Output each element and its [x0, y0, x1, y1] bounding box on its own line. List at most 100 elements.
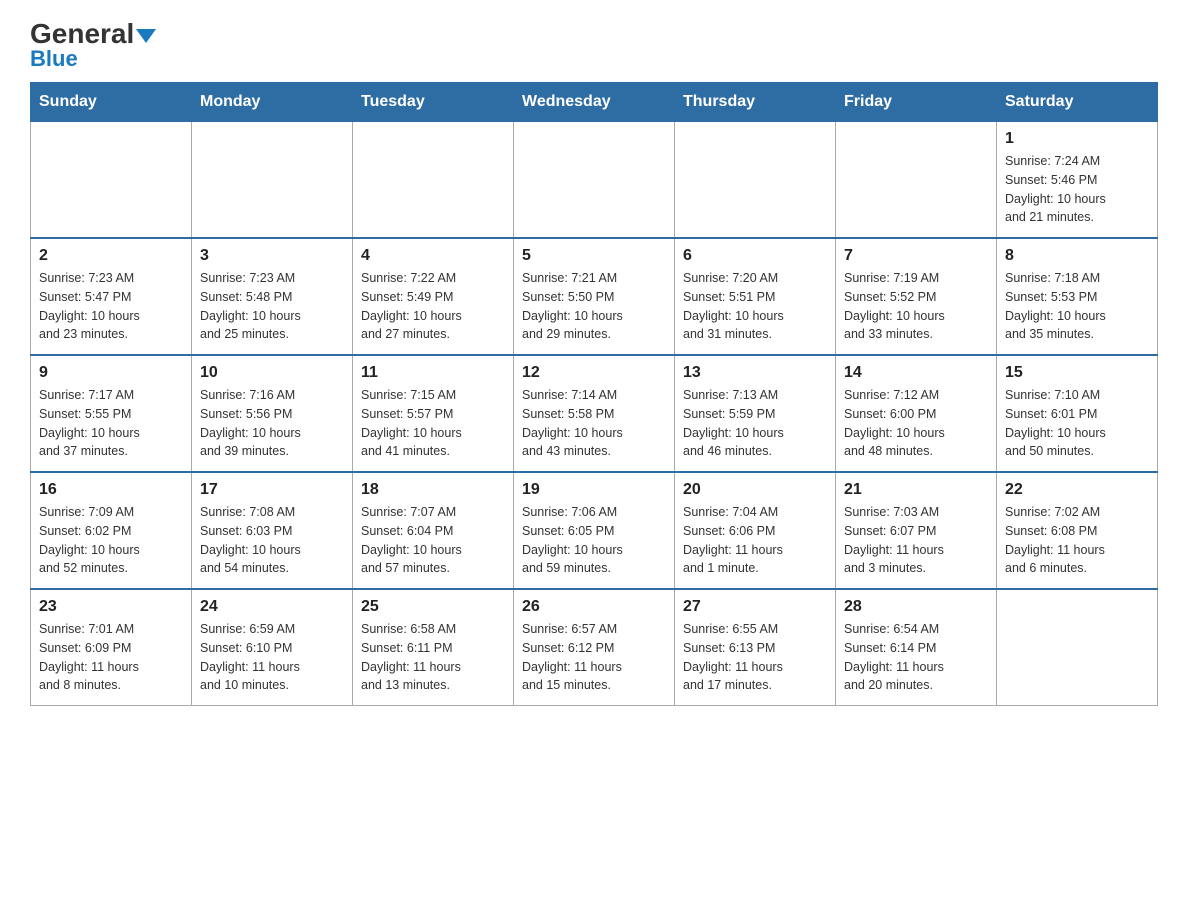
day-info: Sunrise: 7:08 AM Sunset: 6:03 PM Dayligh… [200, 503, 344, 578]
day-info: Sunrise: 7:18 AM Sunset: 5:53 PM Dayligh… [1005, 269, 1149, 344]
day-number: 4 [361, 247, 505, 265]
calendar-cell: 21 Sunrise: 7:03 AM Sunset: 6:07 PM Dayli… [836, 472, 997, 589]
page-header: General Blue [30, 20, 1158, 72]
day-number: 9 [39, 364, 183, 382]
weekday-header-tuesday: Tuesday [353, 83, 514, 122]
weekday-header-row: SundayMondayTuesdayWednesdayThursdayFrid… [31, 83, 1158, 122]
calendar-cell: 9 Sunrise: 7:17 AM Sunset: 5:55 PM Daylig… [31, 355, 192, 472]
day-number: 17 [200, 481, 344, 499]
calendar-cell [353, 122, 514, 239]
day-number: 3 [200, 247, 344, 265]
calendar-cell: 10Sunrise: 7:16 AM Sunset: 5:56 PM Dayli… [192, 355, 353, 472]
day-number: 20 [683, 481, 827, 499]
day-number: 23 [39, 598, 183, 616]
day-number: 12 [522, 364, 666, 382]
calendar-table: SundayMondayTuesdayWednesdayThursdayFrid… [30, 82, 1158, 706]
day-info: Sunrise: 7:15 AM Sunset: 5:57 PM Dayligh… [361, 386, 505, 461]
day-info: Sunrise: 6:54 AM Sunset: 6:14 PM Dayligh… [844, 620, 988, 695]
day-info: Sunrise: 7:24 AM Sunset: 5:46 PM Dayligh… [1005, 152, 1149, 227]
calendar-cell: 15 Sunrise: 7:10 AM Sunset: 6:01 PM Dayli… [997, 355, 1158, 472]
day-info: Sunrise: 7:14 AM Sunset: 5:58 PM Dayligh… [522, 386, 666, 461]
calendar-cell: 19 Sunrise: 7:06 AM Sunset: 6:05 PM Dayli… [514, 472, 675, 589]
calendar-cell: 28 Sunrise: 6:54 AM Sunset: 6:14 PM Dayli… [836, 589, 997, 706]
calendar-cell: 16 Sunrise: 7:09 AM Sunset: 6:02 PM Dayli… [31, 472, 192, 589]
day-number: 24 [200, 598, 344, 616]
calendar-week-4: 16 Sunrise: 7:09 AM Sunset: 6:02 PM Dayli… [31, 472, 1158, 589]
calendar-cell [31, 122, 192, 239]
calendar-week-1: 1Sunrise: 7:24 AM Sunset: 5:46 PM Daylig… [31, 122, 1158, 239]
day-number: 19 [522, 481, 666, 499]
calendar-cell [997, 589, 1158, 706]
day-number: 21 [844, 481, 988, 499]
day-number: 28 [844, 598, 988, 616]
weekday-header-wednesday: Wednesday [514, 83, 675, 122]
logo-text: General [30, 20, 156, 48]
day-number: 5 [522, 247, 666, 265]
day-info: Sunrise: 7:09 AM Sunset: 6:02 PM Dayligh… [39, 503, 183, 578]
day-info: Sunrise: 7:02 AM Sunset: 6:08 PM Dayligh… [1005, 503, 1149, 578]
day-info: Sunrise: 7:06 AM Sunset: 6:05 PM Dayligh… [522, 503, 666, 578]
calendar-cell: 17 Sunrise: 7:08 AM Sunset: 6:03 PM Dayli… [192, 472, 353, 589]
weekday-header-friday: Friday [836, 83, 997, 122]
calendar-cell [836, 122, 997, 239]
day-info: Sunrise: 7:04 AM Sunset: 6:06 PM Dayligh… [683, 503, 827, 578]
day-info: Sunrise: 7:03 AM Sunset: 6:07 PM Dayligh… [844, 503, 988, 578]
calendar-cell: 14 Sunrise: 7:12 AM Sunset: 6:00 PM Dayli… [836, 355, 997, 472]
day-number: 14 [844, 364, 988, 382]
calendar-cell: 8 Sunrise: 7:18 AM Sunset: 5:53 PM Daylig… [997, 238, 1158, 355]
calendar-cell: 6 Sunrise: 7:20 AM Sunset: 5:51 PM Daylig… [675, 238, 836, 355]
calendar-cell: 27 Sunrise: 6:55 AM Sunset: 6:13 PM Dayli… [675, 589, 836, 706]
calendar-week-2: 2 Sunrise: 7:23 AM Sunset: 5:47 PM Daylig… [31, 238, 1158, 355]
day-number: 11 [361, 364, 505, 382]
calendar-cell: 18Sunrise: 7:07 AM Sunset: 6:04 PM Dayli… [353, 472, 514, 589]
day-info: Sunrise: 7:20 AM Sunset: 5:51 PM Dayligh… [683, 269, 827, 344]
calendar-cell [514, 122, 675, 239]
day-number: 6 [683, 247, 827, 265]
day-number: 18 [361, 481, 505, 499]
calendar-cell: 4Sunrise: 7:22 AM Sunset: 5:49 PM Daylig… [353, 238, 514, 355]
calendar-cell: 1Sunrise: 7:24 AM Sunset: 5:46 PM Daylig… [997, 122, 1158, 239]
calendar-cell: 26Sunrise: 6:57 AM Sunset: 6:12 PM Dayli… [514, 589, 675, 706]
calendar-cell: 12 Sunrise: 7:14 AM Sunset: 5:58 PM Dayli… [514, 355, 675, 472]
day-number: 15 [1005, 364, 1149, 382]
day-info: Sunrise: 7:17 AM Sunset: 5:55 PM Dayligh… [39, 386, 183, 461]
day-number: 7 [844, 247, 988, 265]
calendar-week-3: 9 Sunrise: 7:17 AM Sunset: 5:55 PM Daylig… [31, 355, 1158, 472]
day-info: Sunrise: 6:58 AM Sunset: 6:11 PM Dayligh… [361, 620, 505, 695]
day-info: Sunrise: 7:01 AM Sunset: 6:09 PM Dayligh… [39, 620, 183, 695]
day-number: 26 [522, 598, 666, 616]
calendar-cell: 2 Sunrise: 7:23 AM Sunset: 5:47 PM Daylig… [31, 238, 192, 355]
calendar-cell: 7 Sunrise: 7:19 AM Sunset: 5:52 PM Daylig… [836, 238, 997, 355]
calendar-cell: 25 Sunrise: 6:58 AM Sunset: 6:11 PM Dayli… [353, 589, 514, 706]
calendar-cell [675, 122, 836, 239]
day-info: Sunrise: 7:23 AM Sunset: 5:47 PM Dayligh… [39, 269, 183, 344]
day-info: Sunrise: 7:12 AM Sunset: 6:00 PM Dayligh… [844, 386, 988, 461]
day-info: Sunrise: 6:59 AM Sunset: 6:10 PM Dayligh… [200, 620, 344, 695]
day-number: 25 [361, 598, 505, 616]
calendar-cell: 23 Sunrise: 7:01 AM Sunset: 6:09 PM Dayli… [31, 589, 192, 706]
day-info: Sunrise: 7:23 AM Sunset: 5:48 PM Dayligh… [200, 269, 344, 344]
day-info: Sunrise: 7:19 AM Sunset: 5:52 PM Dayligh… [844, 269, 988, 344]
day-number: 22 [1005, 481, 1149, 499]
calendar-week-5: 23 Sunrise: 7:01 AM Sunset: 6:09 PM Dayli… [31, 589, 1158, 706]
day-info: Sunrise: 6:55 AM Sunset: 6:13 PM Dayligh… [683, 620, 827, 695]
day-number: 16 [39, 481, 183, 499]
calendar-cell: 13Sunrise: 7:13 AM Sunset: 5:59 PM Dayli… [675, 355, 836, 472]
day-number: 27 [683, 598, 827, 616]
day-info: Sunrise: 7:21 AM Sunset: 5:50 PM Dayligh… [522, 269, 666, 344]
calendar-cell: 3 Sunrise: 7:23 AM Sunset: 5:48 PM Daylig… [192, 238, 353, 355]
logo-sub: Blue [30, 46, 78, 72]
day-info: Sunrise: 7:13 AM Sunset: 5:59 PM Dayligh… [683, 386, 827, 461]
day-number: 2 [39, 247, 183, 265]
weekday-header-sunday: Sunday [31, 83, 192, 122]
calendar-cell: 22 Sunrise: 7:02 AM Sunset: 6:08 PM Dayli… [997, 472, 1158, 589]
weekday-header-monday: Monday [192, 83, 353, 122]
calendar-cell: 20 Sunrise: 7:04 AM Sunset: 6:06 PM Dayli… [675, 472, 836, 589]
weekday-header-saturday: Saturday [997, 83, 1158, 122]
day-number: 8 [1005, 247, 1149, 265]
day-info: Sunrise: 7:16 AM Sunset: 5:56 PM Dayligh… [200, 386, 344, 461]
day-info: Sunrise: 7:10 AM Sunset: 6:01 PM Dayligh… [1005, 386, 1149, 461]
calendar-cell: 5 Sunrise: 7:21 AM Sunset: 5:50 PM Daylig… [514, 238, 675, 355]
calendar-cell: 11 Sunrise: 7:15 AM Sunset: 5:57 PM Dayli… [353, 355, 514, 472]
logo: General Blue [30, 20, 156, 72]
